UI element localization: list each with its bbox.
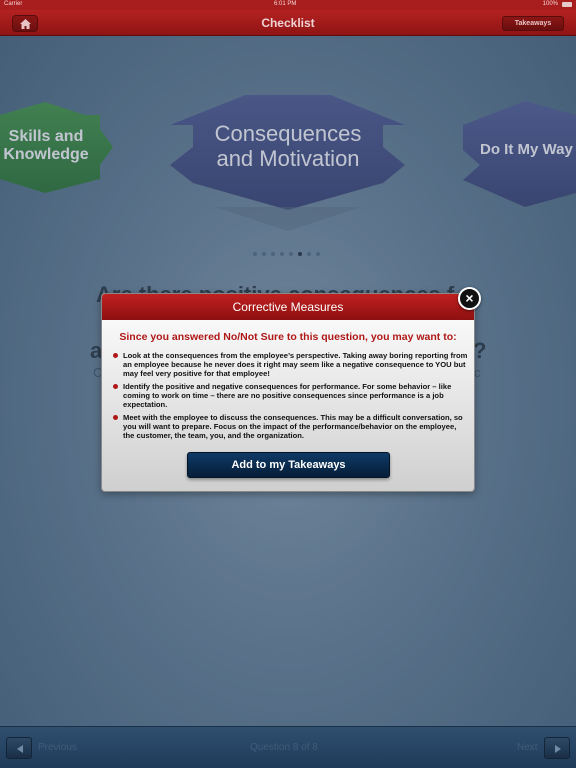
dialog-intro: Since you answered No/Not Sure to this q… <box>119 331 457 343</box>
page-title: Checklist <box>261 16 315 30</box>
bullet-text: Look at the consequences from the employ… <box>123 351 468 378</box>
arrow-left-icon <box>17 745 23 753</box>
question-counter: Question 8 of 8 <box>250 742 318 753</box>
next-button[interactable] <box>544 737 570 759</box>
battery-label: 100% <box>542 1 558 7</box>
nav-bar: Checklist Takeaways <box>0 10 576 36</box>
takeaways-button[interactable]: Takeaways <box>502 16 564 31</box>
corrective-measures-dialog: Corrective Measures Since you answered N… <box>101 293 475 492</box>
bullet-icon <box>113 384 118 389</box>
bullet-text: Identify the positive and negative conse… <box>123 382 452 409</box>
bottom-toolbar: Previous Question 8 of 8 Next <box>0 726 576 768</box>
bullet-icon <box>113 353 118 358</box>
arrow-right-icon <box>555 745 561 753</box>
add-to-takeaways-button[interactable]: Add to my Takeaways <box>187 452 390 478</box>
battery-icon <box>562 2 572 7</box>
carrier-label: Carrier <box>4 1 23 7</box>
next-label[interactable]: Next <box>517 742 538 753</box>
dialog-title: Corrective Measures <box>102 294 474 320</box>
close-icon[interactable]: × <box>458 287 481 310</box>
bullet-text: Meet with the employee to discuss the co… <box>123 413 463 440</box>
bullet-icon <box>113 415 118 420</box>
previous-label[interactable]: Previous <box>38 742 77 753</box>
status-bar: Carrier 6:01 PM 100% <box>0 0 576 10</box>
previous-button[interactable] <box>6 737 32 759</box>
clock: 6:01 PM <box>274 1 297 7</box>
